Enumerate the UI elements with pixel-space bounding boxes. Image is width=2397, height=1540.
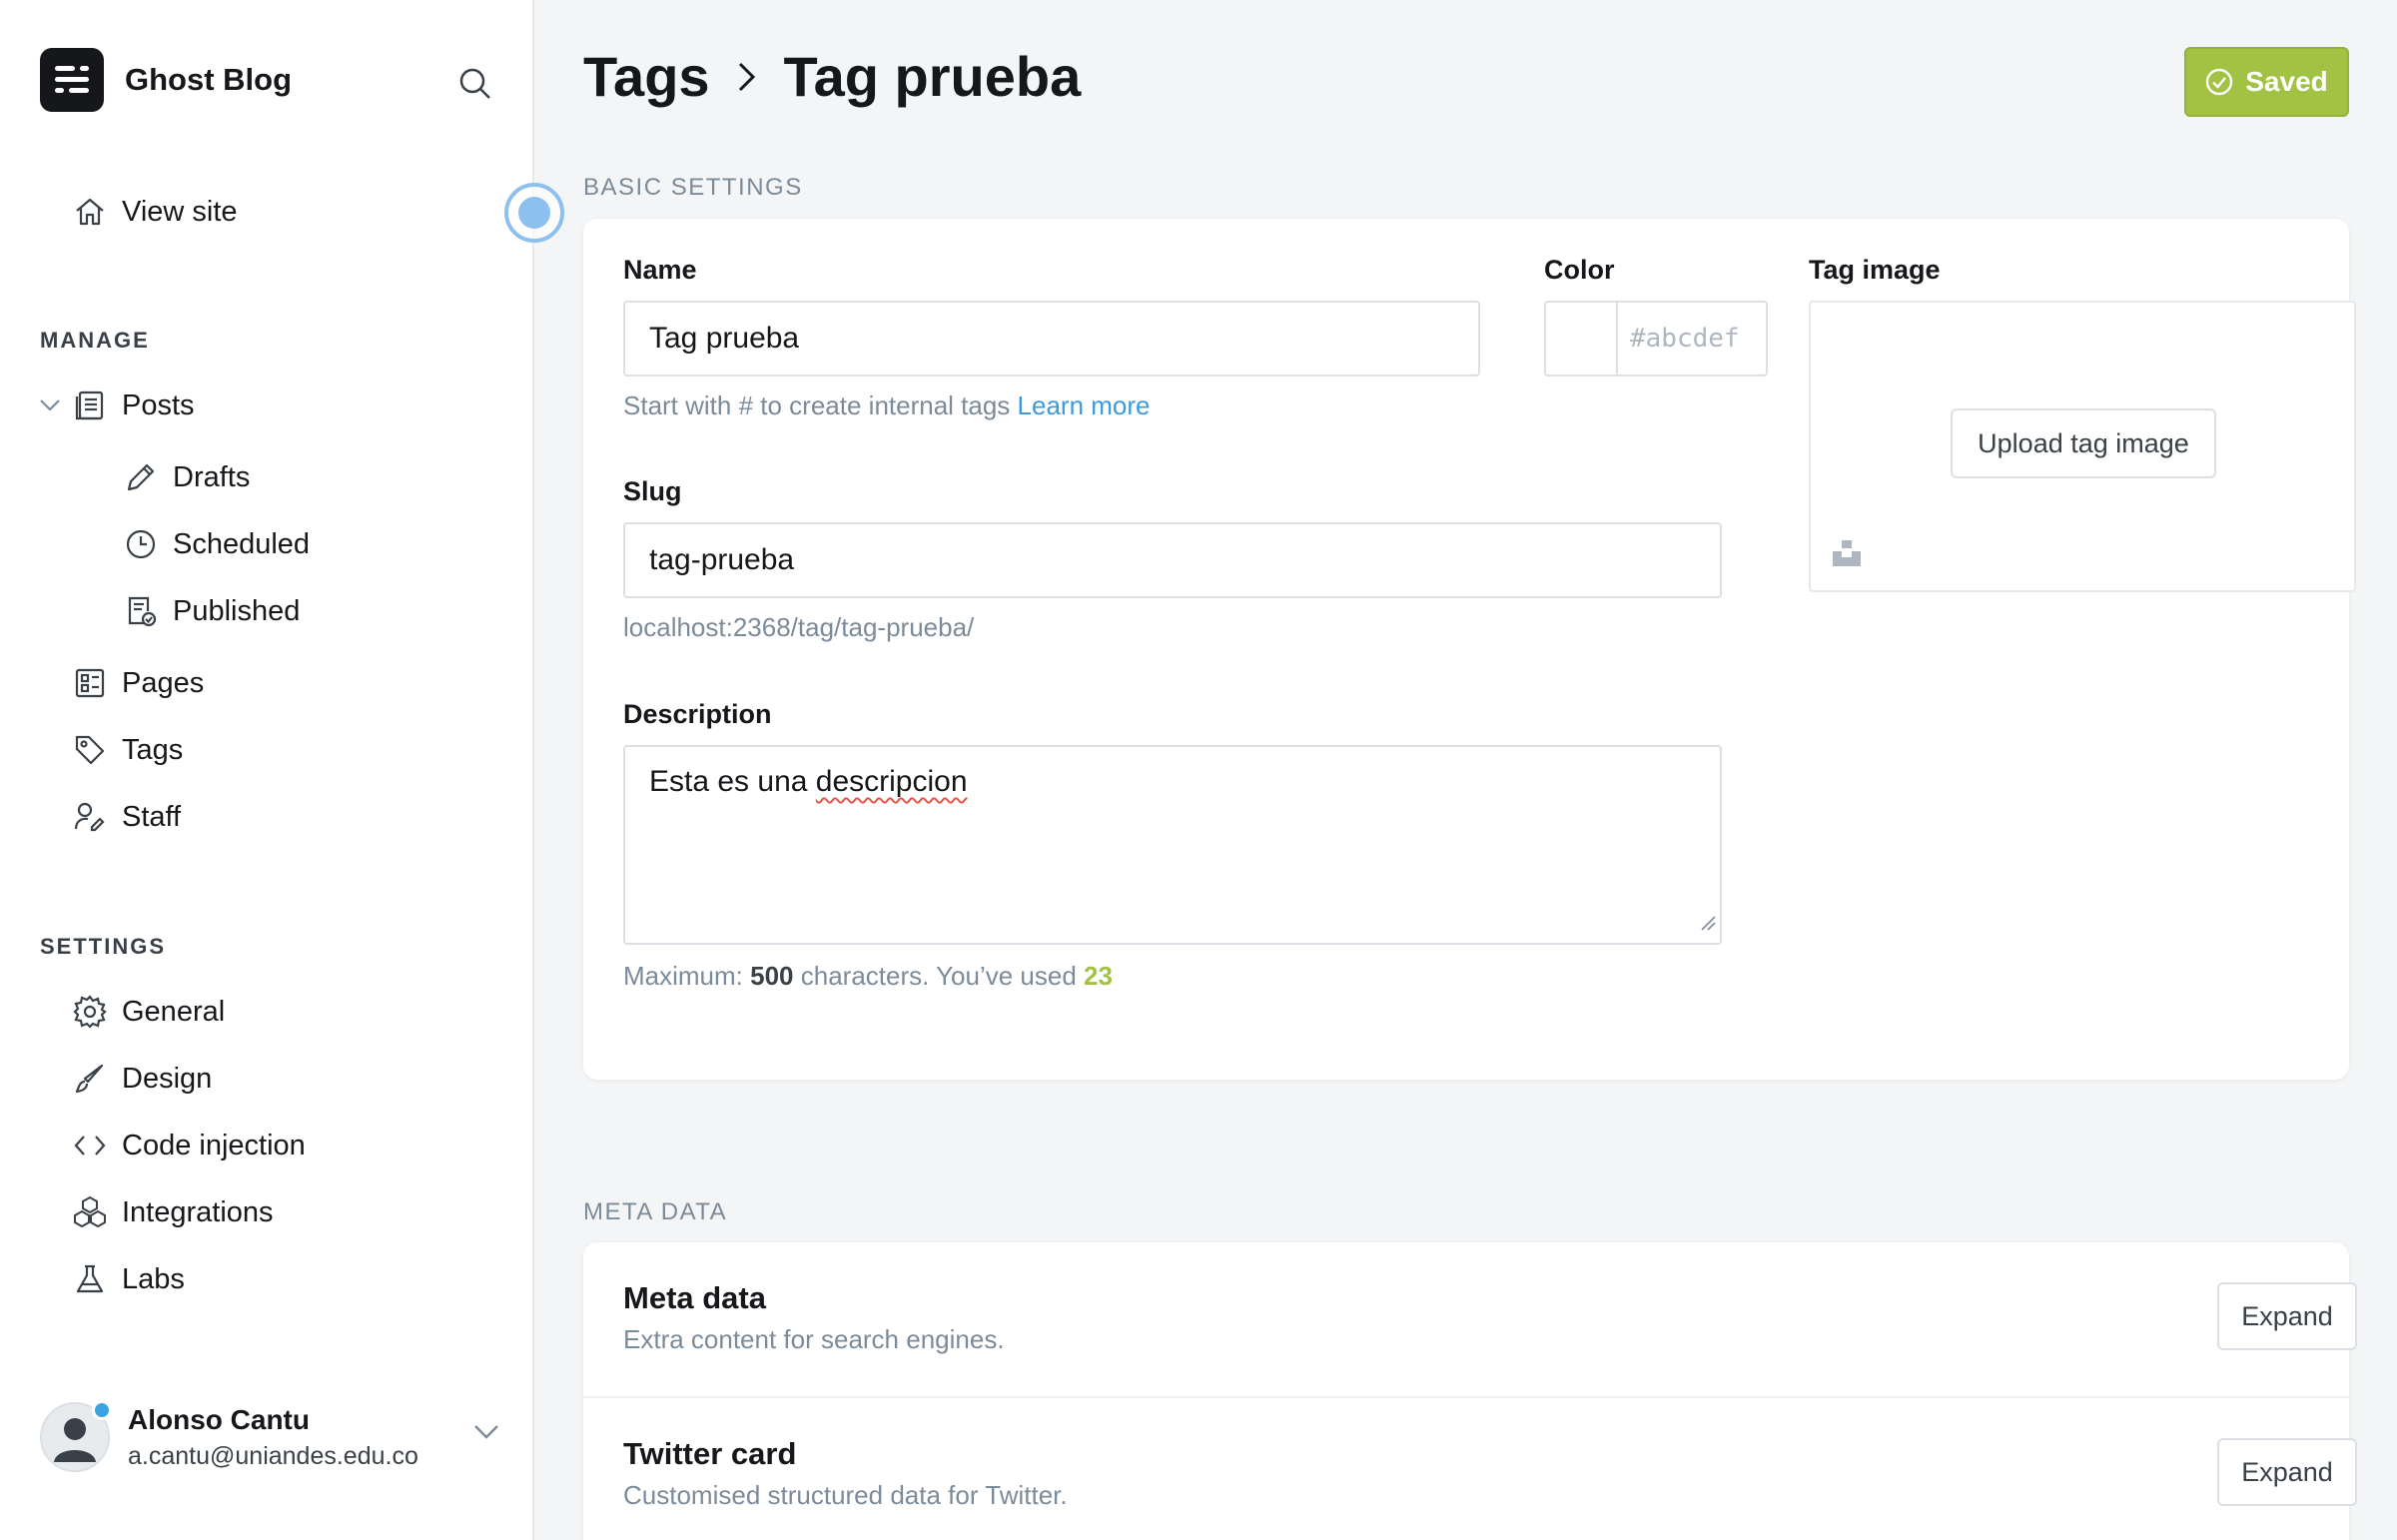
breadcrumb: Tags Tag prueba — [583, 44, 1081, 109]
sidebar-item-label: Integrations — [122, 1195, 274, 1228]
pencil-icon — [121, 457, 161, 497]
staff-icon — [70, 797, 110, 837]
pages-icon — [70, 663, 110, 703]
sidebar-item-code-injection[interactable]: Code injection — [70, 1121, 306, 1170]
posts-icon — [70, 385, 110, 425]
brand[interactable]: Ghost Blog — [40, 48, 292, 112]
user-menu[interactable]: Alonso Cantu a.cantu@uniandes.edu.co — [40, 1400, 499, 1472]
unsplash-icon[interactable] — [1833, 540, 1861, 571]
breadcrumb-tags-link[interactable]: Tags — [583, 44, 710, 109]
sidebar-item-posts[interactable]: Posts — [70, 381, 195, 430]
flask-icon — [70, 1259, 110, 1299]
sidebar-item-label: Published — [173, 594, 301, 627]
sidebar-item-scheduled[interactable]: Scheduled — [121, 519, 310, 569]
slug-input[interactable]: tag-prueba — [623, 522, 1722, 598]
color-label: Color — [1544, 255, 1615, 285]
page-title: Tag prueba — [783, 45, 1082, 108]
user-name: Alonso Cantu — [128, 1403, 310, 1435]
description-textarea[interactable]: Esta es una descripcion — [623, 745, 1722, 945]
sidebar-item-general[interactable]: General — [70, 987, 225, 1037]
expand-twitter-card-button[interactable]: Expand — [2217, 1438, 2357, 1506]
color-field: #abcdef — [1544, 301, 1768, 377]
sidebar-item-label: Labs — [122, 1262, 185, 1295]
twitter-card-row: Twitter card Customised structured data … — [583, 1396, 2357, 1540]
sidebar-item-labs[interactable]: Labs — [70, 1254, 185, 1304]
slug-label: Slug — [623, 476, 682, 506]
sidebar-item-published[interactable]: Published — [121, 586, 300, 636]
ghost-logo-icon — [40, 48, 104, 112]
user-email: a.cantu@uniandes.edu.co — [128, 1441, 418, 1470]
meta-row-desc: Extra content for search engines. — [623, 1324, 1005, 1354]
chevron-down-icon — [473, 1424, 499, 1445]
expand-meta-data-button[interactable]: Expand — [2217, 1282, 2357, 1350]
gear-icon — [70, 992, 110, 1032]
description-text: Esta es una — [649, 765, 816, 798]
sidebar-item-label: Scheduled — [173, 527, 311, 560]
character-count-hint: Maximum: 500 characters. You’ve used 23 — [623, 961, 1113, 992]
manage-section-label: MANAGE — [40, 328, 150, 353]
meta-data-heading: META DATA — [583, 1198, 728, 1225]
color-input[interactable]: #abcdef — [1618, 303, 1766, 375]
avatar — [40, 1400, 112, 1472]
sidebar-item-label: General — [122, 995, 226, 1028]
saved-label: Saved — [2245, 66, 2328, 97]
name-label: Name — [623, 255, 697, 285]
sidebar-item-label: Tags — [122, 733, 184, 766]
sidebar-item-label: View site — [122, 195, 238, 228]
status-dot — [92, 1400, 112, 1420]
chevron-right-icon — [736, 60, 758, 94]
clock-icon — [121, 524, 161, 564]
name-hint-text: Start with # to create internal tags — [623, 390, 1011, 420]
main-content: Tags Tag prueba Saved BASIC SETTINGS Nam… — [535, 0, 2397, 1540]
brand-name: Ghost Blog — [125, 62, 293, 97]
sidebar-item-drafts[interactable]: Drafts — [121, 452, 250, 502]
misspelled-word: descripcion — [815, 765, 968, 798]
name-input[interactable]: Tag prueba — [623, 301, 1480, 377]
sidebar-item-label: Posts — [122, 388, 195, 421]
meta-row-title: Twitter card — [623, 1436, 797, 1471]
sidebar: Ghost Blog View site MANAGE Posts Drafts… — [0, 0, 564, 1540]
meta-row-title: Meta data — [623, 1280, 766, 1315]
meta-data-row: Meta data Extra content for search engin… — [583, 1242, 2357, 1396]
integrations-icon — [70, 1192, 110, 1232]
max-value: 500 — [750, 961, 794, 991]
sidebar-item-staff[interactable]: Staff — [70, 792, 181, 842]
code-icon — [70, 1126, 110, 1165]
check-circle-icon — [2206, 68, 2233, 96]
settings-section-label: SETTINGS — [40, 934, 167, 959]
tag-icon — [70, 730, 110, 770]
color-swatch[interactable] — [1546, 303, 1618, 375]
name-hint: Start with # to create internal tags Lea… — [623, 390, 1151, 421]
sidebar-item-tags[interactable]: Tags — [70, 725, 183, 775]
upload-tag-image-button[interactable]: Upload tag image — [1951, 408, 2216, 478]
published-icon — [121, 591, 161, 631]
meta-data-card: Meta data Extra content for search engin… — [583, 1242, 2357, 1540]
used-count: 23 — [1084, 961, 1113, 991]
brush-icon — [70, 1059, 110, 1099]
tag-image-dropzone[interactable]: Upload tag image — [1809, 301, 2356, 592]
description-label: Description — [623, 699, 772, 729]
search-icon[interactable] — [451, 60, 499, 108]
meta-row-desc: Customised structured data for Twitter. — [623, 1480, 1068, 1510]
posts-collapse-chevron-icon[interactable] — [36, 391, 64, 419]
learn-more-link[interactable]: Learn more — [1018, 390, 1151, 420]
sidebar-item-label: Staff — [122, 800, 182, 833]
sidebar-item-label: Code injection — [122, 1129, 306, 1161]
slug-url-hint: localhost:2368/tag/tag-prueba/ — [623, 612, 975, 642]
sidebar-item-label: Design — [122, 1062, 213, 1095]
sidebar-item-integrations[interactable]: Integrations — [70, 1187, 274, 1237]
sidebar-item-view-site[interactable]: View site — [70, 187, 238, 237]
tag-image-label: Tag image — [1809, 255, 1941, 285]
basic-settings-card: Name Tag prueba Start with # to create i… — [583, 219, 2356, 1080]
resize-grip-icon[interactable] — [1700, 905, 1716, 939]
sidebar-item-design[interactable]: Design — [70, 1054, 212, 1104]
max-prefix: Maximum: — [623, 961, 751, 991]
sidebar-item-label: Pages — [122, 666, 205, 699]
basic-settings-heading: BASIC SETTINGS — [583, 174, 803, 201]
max-middle: characters. You’ve used — [793, 961, 1085, 991]
home-icon — [70, 192, 110, 232]
sidebar-item-label: Drafts — [173, 460, 251, 493]
sidebar-item-pages[interactable]: Pages — [70, 658, 204, 708]
saved-button[interactable]: Saved — [2184, 47, 2349, 117]
